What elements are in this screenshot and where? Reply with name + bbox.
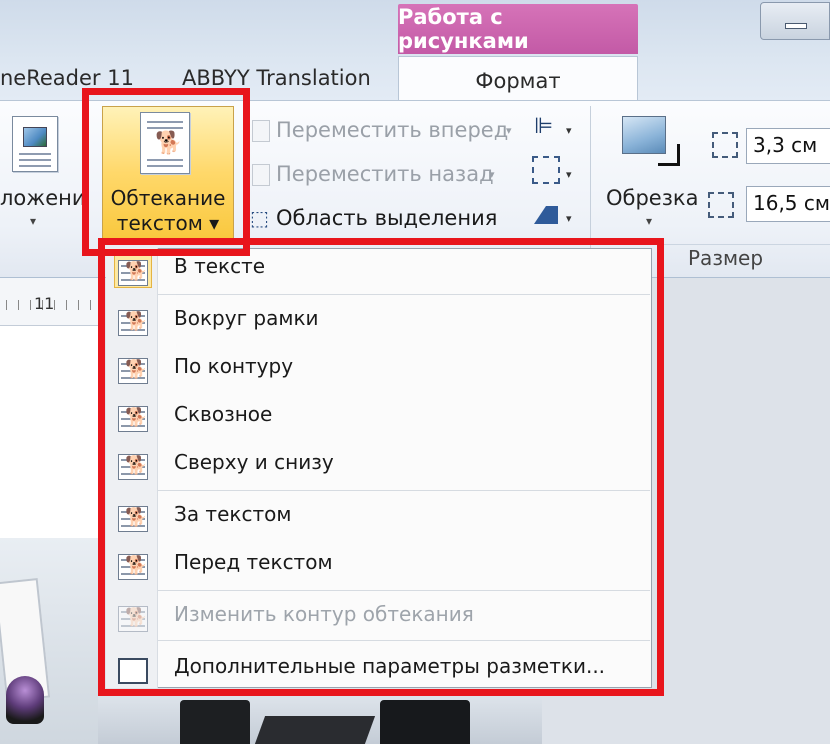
crop-icon[interactable] [622, 116, 680, 166]
ruler-number: 11 [34, 294, 55, 313]
bring-forward-button[interactable]: Переместить вперед [276, 118, 508, 142]
picture-tools-context-title: Работа с рисунками [398, 4, 638, 54]
minimize-button[interactable] [760, 2, 830, 40]
position-button-label[interactable]: ложени [0, 186, 86, 210]
shape-height-input[interactable]: 3,3 см [746, 128, 830, 164]
selection-pane-button[interactable]: Область выделения [276, 206, 497, 230]
picture-monitor-2 [380, 700, 470, 744]
shape-width-input[interactable]: 16,5 см [746, 186, 830, 222]
size-group-label: Размер [688, 246, 764, 270]
group-divider [664, 244, 830, 245]
align-icon[interactable]: ⊫ [534, 114, 553, 139]
minimize-icon [785, 23, 807, 29]
picture-mouse [6, 676, 44, 724]
tab-format[interactable]: Формат [398, 56, 638, 104]
position-icon[interactable] [12, 116, 58, 172]
send-backward-button[interactable]: Переместить назад [276, 162, 494, 186]
picture-keyboard [254, 716, 376, 744]
wrap-button-highlight [82, 88, 250, 256]
rotate-icon[interactable] [534, 206, 558, 224]
chevron-down-icon[interactable]: ▾ [489, 168, 495, 181]
bring-forward-icon [252, 120, 270, 142]
tab-finereader[interactable]: neReader 11 [0, 66, 134, 90]
tab-abbyy-translation[interactable]: ABBYY Translation [182, 66, 371, 90]
chevron-down-icon[interactable]: ▾ [506, 124, 512, 137]
chevron-down-icon[interactable]: ▾ [566, 212, 572, 225]
chevron-down-icon[interactable]: ▾ [566, 124, 572, 137]
menu-highlight [98, 238, 664, 696]
crop-button[interactable]: Обрезка [606, 186, 698, 210]
chevron-down-icon[interactable]: ▾ [646, 214, 652, 228]
picture-monitor [180, 700, 250, 744]
shape-width-icon [708, 192, 734, 218]
selection-pane-icon: ⬚ [250, 206, 269, 230]
send-backward-icon [252, 164, 270, 186]
shape-height-icon [712, 132, 738, 158]
chevron-down-icon[interactable]: ▾ [566, 168, 572, 181]
group-icon[interactable] [532, 156, 560, 184]
chevron-down-icon: ▾ [30, 214, 37, 228]
